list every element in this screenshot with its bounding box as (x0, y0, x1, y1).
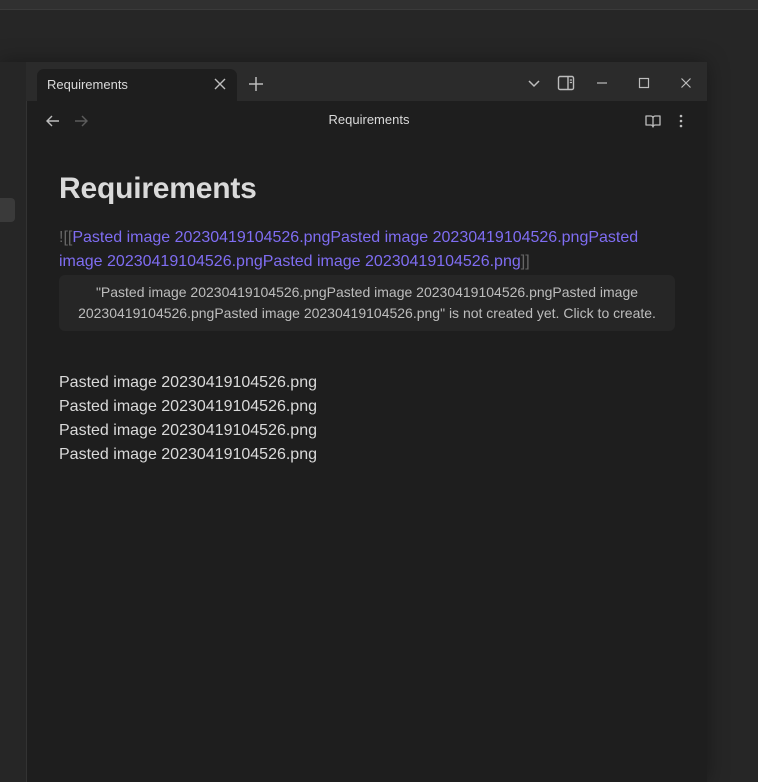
tab-title: Requirements (47, 77, 128, 92)
maximize-icon[interactable] (634, 73, 654, 93)
minimize-icon[interactable] (592, 73, 612, 93)
new-tab-plus-icon[interactable] (246, 74, 266, 94)
note-view: Requirements Requirements ![[Pasted imag… (27, 101, 707, 782)
book-open-icon[interactable] (643, 111, 663, 131)
text-line: Pasted image 20230419104526.png (59, 398, 317, 415)
text-line: Pasted image 20230419104526.png (59, 446, 317, 463)
page-title: Requirements (59, 172, 257, 205)
internal-link[interactable]: ![[Pasted image 20230419104526.pngPasted… (59, 226, 659, 274)
chevron-down-icon[interactable] (524, 73, 544, 93)
link-open-bracket: ![[ (59, 229, 73, 246)
link-text[interactable]: Pasted image 20230419104526.pngPasted im… (59, 229, 638, 270)
sidebar-toggle-icon[interactable] (556, 73, 576, 93)
note-body: Pasted image 20230419104526.png Pasted i… (59, 371, 317, 467)
left-sidebar (0, 101, 27, 782)
text-line: Pasted image 20230419104526.png (59, 374, 317, 391)
view-header-title[interactable]: Requirements (27, 112, 711, 127)
sidebar-item[interactable] (0, 198, 15, 222)
link-close-bracket: ]] (520, 253, 530, 270)
background-window-strip (0, 0, 758, 10)
link-tooltip: "Pasted image 20230419104526.pngPasted i… (59, 275, 675, 331)
tab-requirements[interactable]: Requirements (37, 69, 237, 101)
tab-bar: Requirements (0, 62, 707, 101)
app-window: Requirements Requirements Requirements !… (0, 62, 707, 782)
left-panel-header (0, 62, 26, 101)
tab-close-icon[interactable] (211, 75, 229, 93)
window-close-icon[interactable] (676, 73, 696, 93)
text-line: Pasted image 20230419104526.png (59, 422, 317, 439)
more-vertical-icon[interactable] (671, 111, 691, 131)
